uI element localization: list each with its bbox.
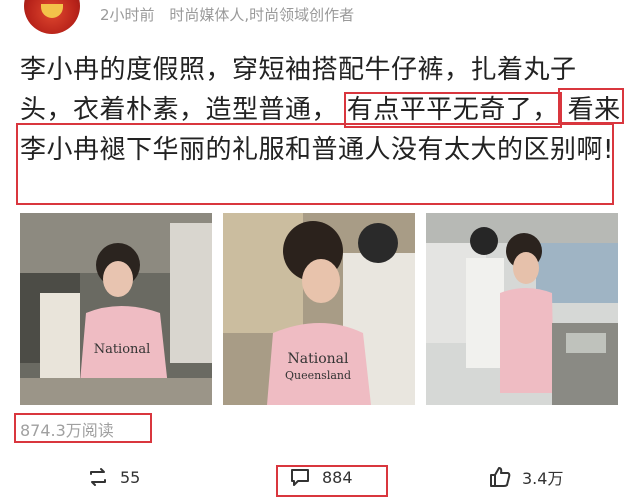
highlight-box-comments: [276, 465, 388, 497]
avatar[interactable]: [24, 0, 80, 34]
post-header: 2小时前 时尚媒体人,时尚领域创作者: [0, 0, 640, 36]
post-meta: 2小时前 时尚媒体人,时尚领域创作者: [100, 4, 354, 25]
svg-text:National: National: [94, 342, 151, 357]
action-bar: 55 884 3.4万: [0, 462, 640, 498]
thumbs-up-icon: [490, 467, 511, 487]
photo-2[interactable]: National Queensland: [223, 213, 415, 405]
highlight-box-views: [14, 413, 152, 443]
like-count: 3.4万: [522, 469, 564, 488]
photo-grid: National National Queensland: [20, 213, 620, 405]
repost-button[interactable]: 55: [86, 462, 140, 492]
repost-count: 55: [120, 467, 141, 487]
svg-text:National: National: [288, 351, 349, 367]
svg-text:Queensland: Queensland: [285, 369, 351, 382]
photo-3[interactable]: [426, 213, 618, 405]
highlight-box-sentence: [16, 123, 614, 205]
highlight-phrase: 有点平平无奇了，: [343, 92, 562, 128]
author-tag: 时尚媒体人,时尚领域创作者: [169, 6, 355, 24]
post-time: 2小时前: [100, 6, 155, 24]
highlight-box-kanlai: [558, 88, 624, 124]
like-button[interactable]: 3.4万: [488, 462, 563, 492]
photo-1[interactable]: National: [20, 213, 212, 405]
repost-icon: [90, 468, 106, 486]
